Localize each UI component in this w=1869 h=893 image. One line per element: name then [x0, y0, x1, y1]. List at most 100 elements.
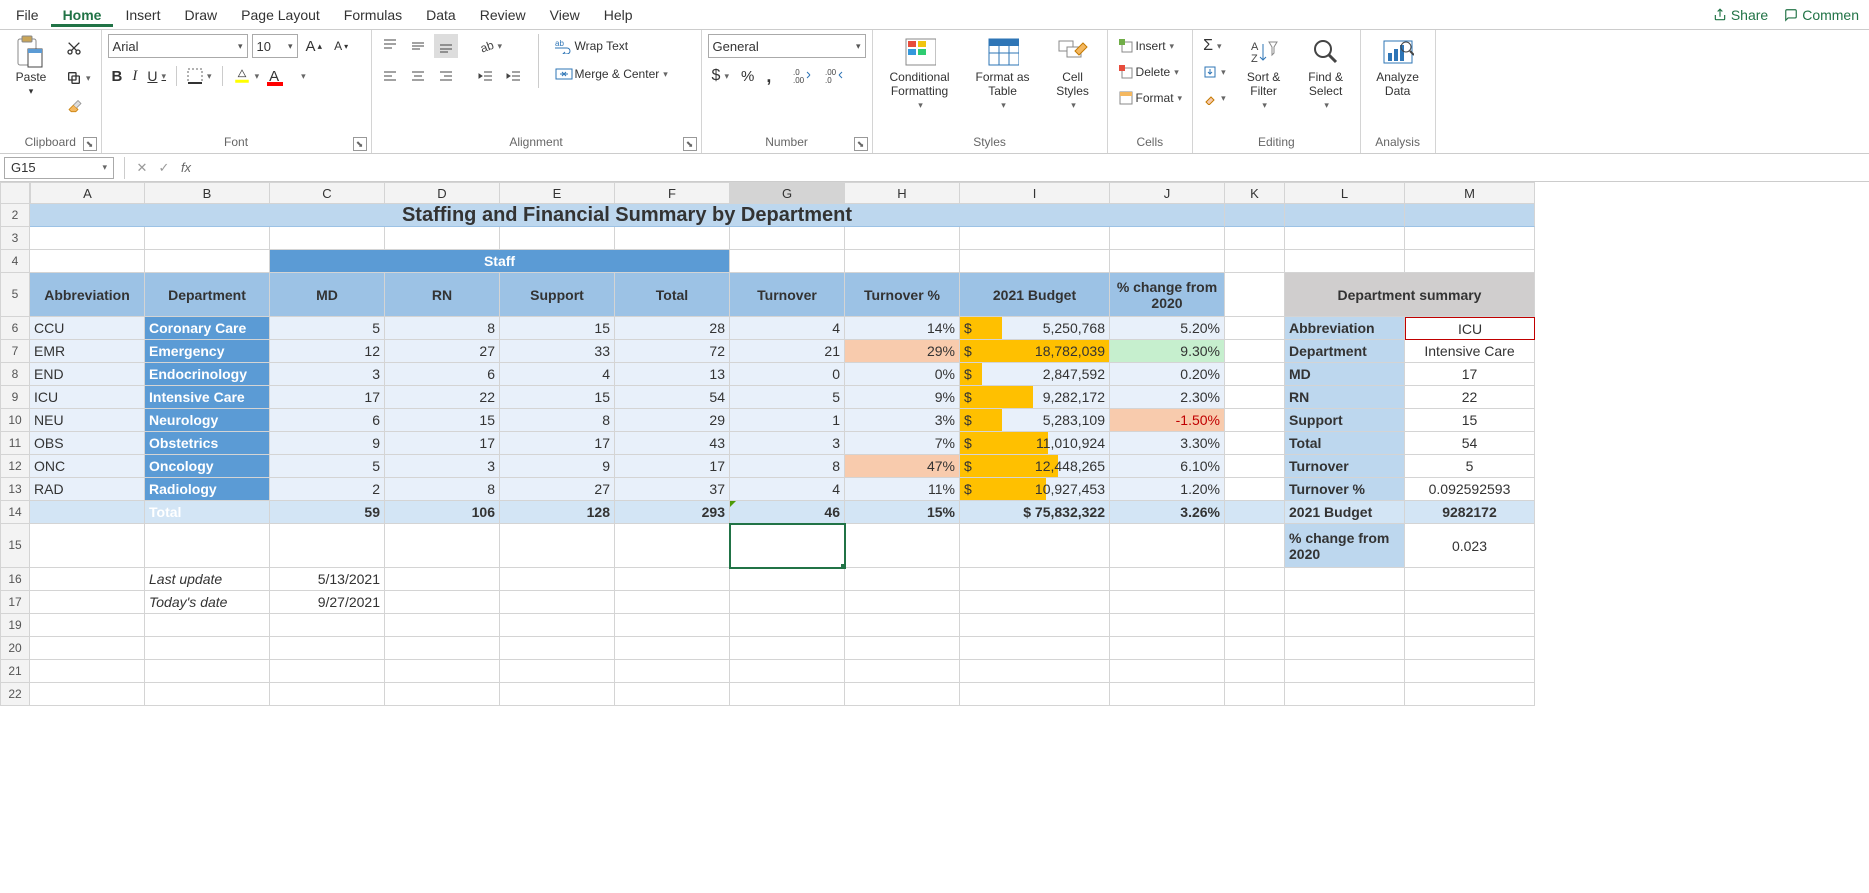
cancel-formula-button[interactable]: ✕ [131, 157, 153, 179]
cell[interactable]: 3% [845, 409, 960, 432]
percent-button[interactable]: % [737, 64, 758, 88]
cell[interactable]: Department [145, 273, 270, 317]
cell[interactable] [1405, 250, 1535, 273]
cell[interactable] [385, 524, 500, 568]
cell[interactable]: 27 [500, 478, 615, 501]
cell[interactable] [1405, 591, 1535, 614]
cell[interactable] [385, 637, 500, 660]
cell[interactable] [270, 683, 385, 706]
cell[interactable] [1405, 227, 1535, 250]
menu-tab-file[interactable]: File [4, 3, 51, 27]
cell[interactable] [385, 591, 500, 614]
merge-center-button[interactable]: Merge & Center [551, 62, 672, 86]
cell[interactable] [1285, 614, 1405, 637]
cell[interactable] [30, 591, 145, 614]
row-header-3[interactable]: 3 [0, 227, 30, 250]
fill-button[interactable] [1199, 60, 1230, 84]
cell[interactable]: Obstetrics [145, 432, 270, 455]
cell[interactable]: MD [270, 273, 385, 317]
cell[interactable] [30, 614, 145, 637]
cell[interactable]: 29% [845, 340, 960, 363]
number-format-combo[interactable]: General▾ [708, 34, 866, 58]
cell[interactable]: 128 [500, 501, 615, 524]
spreadsheet-grid[interactable]: ABCDEFGHIJKLM 2Staffing and Financial Su… [0, 182, 1869, 706]
col-header-K[interactable]: K [1225, 182, 1285, 204]
cell[interactable] [500, 591, 615, 614]
cell[interactable] [845, 227, 960, 250]
cell[interactable]: 0.092592593 [1405, 478, 1535, 501]
cell[interactable]: 47% [845, 455, 960, 478]
cell[interactable]: Intensive Care [145, 386, 270, 409]
cell[interactable]: 21 [730, 340, 845, 363]
cell[interactable] [1225, 660, 1285, 683]
cell[interactable]: Staffing and Financial Summary by Depart… [30, 204, 1225, 227]
cell[interactable] [1405, 614, 1535, 637]
cell[interactable] [30, 683, 145, 706]
cell[interactable] [1225, 637, 1285, 660]
cell[interactable]: ICU [1405, 317, 1535, 340]
cell[interactable]: Turnover [1285, 455, 1405, 478]
cell[interactable]: $12,448,265 [960, 455, 1110, 478]
cell[interactable] [845, 524, 960, 568]
cell[interactable]: 43 [615, 432, 730, 455]
conditional-formatting-button[interactable]: Conditional Formatting [879, 34, 961, 113]
cell[interactable] [615, 227, 730, 250]
cell[interactable] [1225, 273, 1285, 317]
format-as-table-button[interactable]: Format as Table [967, 34, 1039, 113]
cell[interactable]: 3 [730, 432, 845, 455]
cell[interactable] [845, 660, 960, 683]
cell[interactable] [385, 660, 500, 683]
cell[interactable]: 9282172 [1405, 501, 1535, 524]
cell[interactable]: 17 [270, 386, 385, 409]
cell[interactable] [730, 637, 845, 660]
row-header-7[interactable]: 7 [0, 340, 30, 363]
cell[interactable] [1225, 227, 1285, 250]
cell[interactable] [960, 250, 1110, 273]
cell[interactable]: Turnover % [845, 273, 960, 317]
cell[interactable] [1285, 637, 1405, 660]
clipboard-launcher[interactable]: ⬊ [83, 137, 97, 151]
clear-button[interactable] [1199, 86, 1230, 110]
cell[interactable] [730, 250, 845, 273]
cell[interactable] [500, 524, 615, 568]
cell[interactable]: ICU [30, 386, 145, 409]
cell[interactable] [1225, 478, 1285, 501]
row-header-13[interactable]: 13 [0, 478, 30, 501]
row-header-6[interactable]: 6 [0, 317, 30, 340]
decrease-font-button[interactable]: A▾ [330, 34, 352, 58]
cell[interactable]: 11% [845, 478, 960, 501]
cell[interactable]: Radiology [145, 478, 270, 501]
cell[interactable]: 5 [270, 455, 385, 478]
cell[interactable] [1405, 204, 1535, 227]
number-launcher[interactable]: ⬊ [854, 137, 868, 151]
cell[interactable] [615, 524, 730, 568]
italic-button[interactable]: I [128, 64, 141, 88]
font-color-button[interactable]: A [265, 64, 310, 88]
font-launcher[interactable]: ⬊ [353, 137, 367, 151]
cell[interactable] [500, 660, 615, 683]
cell[interactable] [1405, 637, 1535, 660]
cell[interactable]: 15 [500, 386, 615, 409]
cell[interactable]: 9% [845, 386, 960, 409]
cell[interactable] [1225, 568, 1285, 591]
cell[interactable]: 0 [730, 363, 845, 386]
cell[interactable] [615, 683, 730, 706]
cell[interactable] [730, 614, 845, 637]
cell[interactable] [500, 227, 615, 250]
cell[interactable]: Abbreviation [1285, 317, 1405, 340]
cell[interactable]: Department summary [1285, 273, 1535, 317]
cell[interactable] [30, 660, 145, 683]
cell[interactable] [500, 614, 615, 637]
paste-button[interactable]: Paste ▾ [6, 34, 56, 99]
find-select-button[interactable]: Find & Select [1298, 34, 1354, 113]
row-header-22[interactable]: 22 [0, 683, 30, 706]
cell[interactable] [1285, 204, 1405, 227]
cell[interactable] [385, 614, 500, 637]
menu-tab-formulas[interactable]: Formulas [332, 3, 414, 27]
cell[interactable]: 8 [500, 409, 615, 432]
cell-styles-button[interactable]: Cell Styles [1045, 34, 1101, 113]
cell[interactable]: % change from 2020 [1110, 273, 1225, 317]
cell[interactable] [1225, 591, 1285, 614]
cell[interactable]: MD [1285, 363, 1405, 386]
cell[interactable]: END [30, 363, 145, 386]
